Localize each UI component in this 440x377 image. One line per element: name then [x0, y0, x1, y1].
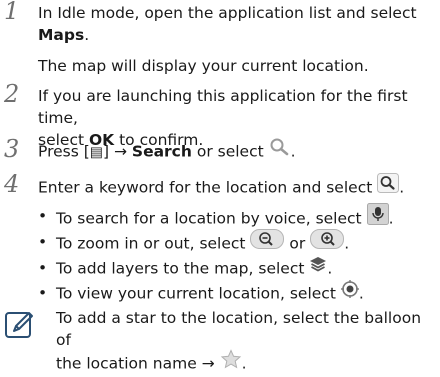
text: or select — [191, 142, 264, 161]
manual-page: 1 In Idle mode, open the application lis… — [0, 0, 440, 373]
note-icon — [4, 309, 36, 341]
text: To add layers to the map, select — [56, 259, 305, 278]
note-line: the location name → . — [56, 349, 436, 377]
search-icon — [269, 138, 291, 162]
step-text: Press [▤] → Search or select . — [38, 138, 436, 164]
my-location-icon — [340, 280, 359, 304]
bullet-dot: • — [38, 284, 48, 302]
text: the location name → — [56, 354, 215, 373]
zoom-out-icon — [250, 229, 285, 255]
text: Enter a keyword for the location and sel… — [38, 178, 373, 197]
bold-term: Search — [131, 142, 192, 161]
text: ] → — [103, 142, 132, 161]
layers-icon — [309, 255, 327, 279]
bullet-text: To add layers to the map, select . — [56, 257, 436, 281]
bold-term: Maps — [38, 26, 85, 44]
bullet-text: To view your current location, select . — [56, 280, 436, 306]
star-icon — [220, 349, 242, 375]
step-text: In Idle mode, open the application list … — [38, 2, 436, 77]
step-subtext: The map will display your current locati… — [38, 57, 369, 75]
text: Press [ — [38, 142, 90, 161]
search-button-icon — [377, 173, 400, 199]
step-line: Maps. — [38, 24, 436, 46]
text: To view your current location, select — [56, 284, 336, 303]
text: To zoom in or out, select — [56, 234, 246, 253]
punct: . — [388, 209, 394, 228]
bullet-dot: • — [38, 259, 48, 277]
step-number: 3 — [4, 135, 20, 163]
step-line: If you are launching this application fo… — [38, 87, 408, 127]
bullet-dot: • — [38, 207, 48, 225]
step-number: 1 — [4, 0, 20, 25]
step-number: 4 — [4, 170, 20, 198]
punct: . — [241, 354, 247, 373]
punct: . — [344, 234, 350, 253]
step-text: Enter a keyword for the location and sel… — [38, 173, 436, 201]
punct: . — [84, 26, 90, 44]
text: To search for a location by voice, selec… — [56, 209, 362, 228]
bullet-text: To zoom in or out, select or . — [56, 229, 436, 257]
note-text: To add a star to the location, select th… — [56, 307, 436, 377]
punct: . — [327, 259, 333, 278]
bullet-dot: • — [38, 233, 48, 251]
note-line: To add a star to the location, select th… — [56, 309, 422, 349]
punct: . — [290, 142, 296, 161]
punct: . — [358, 284, 364, 303]
step-number: 2 — [4, 80, 20, 108]
bullet-text: To search for a location by voice, selec… — [56, 203, 436, 233]
microphone-icon — [366, 203, 389, 231]
punct: . — [399, 178, 405, 197]
text: or — [289, 234, 306, 253]
step-line: In Idle mode, open the application list … — [38, 4, 417, 22]
menu-key-icon: ▤ — [89, 144, 104, 161]
zoom-in-icon — [310, 229, 345, 255]
